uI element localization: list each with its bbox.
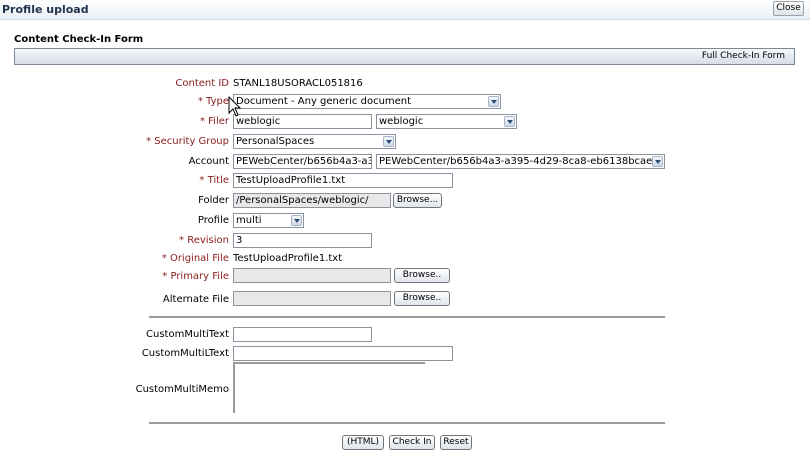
html-button[interactable]: (HTML) — [342, 435, 384, 450]
primary-file-input[interactable] — [233, 268, 391, 283]
custom-multi-l-text-label: CustomMultiLText — [141, 348, 229, 359]
original-file-label: * Original File — [161, 253, 229, 264]
filer-label: * Filer — [199, 116, 229, 127]
security-group-select-value: PersonalSpaces — [236, 136, 315, 147]
content-id-label: Content ID — [175, 78, 229, 89]
actions-divider — [149, 422, 665, 424]
section-divider — [149, 316, 665, 318]
security-group-label: * Security Group — [146, 136, 229, 147]
title-input[interactable]: TestUploadProfile1.txt — [233, 173, 453, 188]
alternate-file-input[interactable] — [233, 291, 391, 306]
filer-select[interactable]: weblogic — [376, 114, 517, 129]
folder-browse-button[interactable]: Browse... — [393, 193, 442, 208]
window-titlebar — [0, 0, 810, 20]
full-checkin-form-link[interactable]: Full Check-In Form — [702, 51, 785, 61]
alternate-file-browse-button[interactable]: Browse.. — [394, 291, 450, 306]
chevron-down-icon — [504, 116, 515, 127]
profile-select[interactable]: multi — [233, 213, 304, 228]
profile-select-value: multi — [236, 215, 262, 226]
content-id-value: STANL18USORACL051816 — [233, 78, 363, 89]
account-label: Account — [188, 156, 229, 167]
chevron-down-icon — [383, 136, 394, 147]
form-title: Content Check-In Form — [14, 34, 144, 45]
custom-multi-memo-textarea[interactable] — [233, 362, 425, 413]
filer-input[interactable]: weblogic — [233, 114, 372, 129]
account-select[interactable]: PEWebCenter/b656b4a3-a395-4d29-8ca8-eb61… — [376, 154, 665, 169]
type-label: * Type — [197, 96, 229, 107]
revision-label: * Revision — [179, 235, 229, 246]
close-button[interactable]: Close — [773, 1, 804, 16]
chevron-down-icon — [488, 96, 499, 107]
custom-multi-l-text-input[interactable] — [233, 346, 453, 361]
account-select-value: PEWebCenter/b656b4a3-a395-4d29-8ca8-eb61… — [379, 156, 663, 167]
check-in-button[interactable]: Check In — [389, 435, 435, 450]
full-checkin-bar: Full Check-In Form — [14, 48, 795, 65]
window-title: Profile upload — [2, 3, 89, 16]
folder-input[interactable]: /PersonalSpaces/weblogic/ — [233, 193, 391, 208]
mouse-cursor-icon — [228, 96, 242, 117]
custom-multi-memo-label: CustomMultiMemo — [135, 384, 229, 395]
filer-select-value: weblogic — [379, 116, 424, 127]
title-label: * Title — [199, 175, 229, 186]
custom-multi-text-input[interactable] — [233, 327, 372, 342]
custom-multi-text-label: CustomMultiText — [146, 329, 229, 340]
alternate-file-label: Alternate File — [162, 294, 229, 305]
revision-input[interactable]: 3 — [233, 233, 372, 248]
profile-label: Profile — [197, 215, 229, 226]
reset-button[interactable]: Reset — [440, 435, 472, 450]
type-select-value: Document - Any generic document — [236, 96, 412, 107]
chevron-down-icon — [652, 156, 663, 167]
account-input[interactable]: PEWebCenter/b656b4a3-a395 — [233, 154, 372, 169]
type-select[interactable]: Document - Any generic document — [233, 94, 501, 109]
chevron-down-icon — [291, 215, 302, 226]
primary-file-browse-button[interactable]: Browse.. — [394, 268, 450, 283]
primary-file-label: * Primary File — [162, 271, 229, 282]
folder-label: Folder — [198, 195, 229, 206]
security-group-select[interactable]: PersonalSpaces — [233, 134, 396, 149]
original-file-value: TestUploadProfile1.txt — [233, 253, 343, 264]
